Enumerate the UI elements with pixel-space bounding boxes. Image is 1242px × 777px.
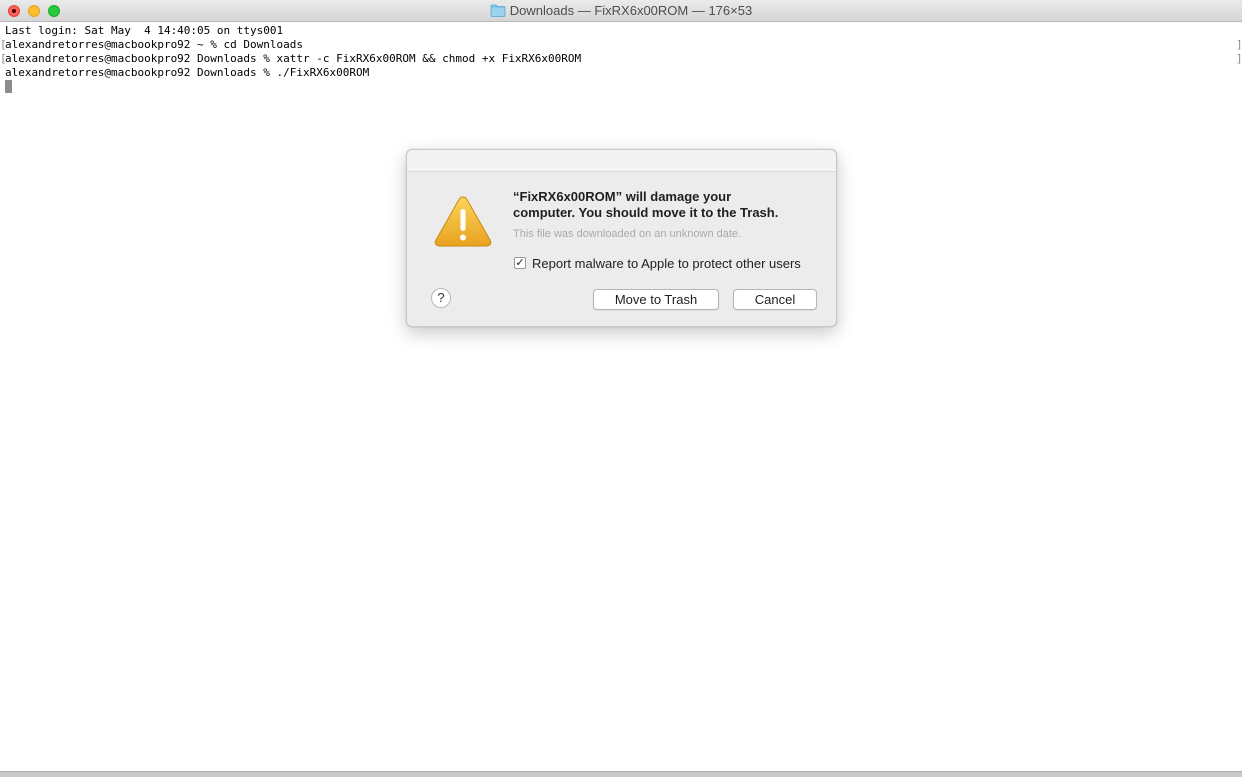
terminal-cursor: [5, 80, 12, 93]
warning-icon: [434, 196, 492, 247]
folder-icon: [490, 4, 506, 17]
line-mark-right: ]: [1236, 38, 1242, 51]
dialog-subtitle: This file was downloaded on an unknown d…: [513, 228, 742, 240]
window-bottom-edge: [0, 771, 1242, 777]
cancel-button[interactable]: Cancel: [733, 289, 817, 310]
report-malware-label[interactable]: Report malware to Apple to protect other…: [532, 256, 801, 272]
terminal-line: alexandretorres@macbookpro92 ~ % cd Down…: [5, 38, 304, 51]
report-malware-checkbox[interactable]: ✓: [514, 257, 526, 269]
malware-alert-dialog: “FixRX6x00ROM” will damage your computer…: [406, 149, 837, 327]
help-button[interactable]: ?: [431, 288, 451, 308]
window-title: Downloads — FixRX6x00ROM — 176×53: [509, 3, 753, 18]
terminal-line: alexandretorres@macbookpro92 Downloads %…: [5, 66, 370, 79]
dialog-title: “FixRX6x00ROM” will damage your computer…: [513, 189, 813, 221]
line-mark-left: [: [0, 52, 7, 65]
dialog-title-line: “FixRX6x00ROM” will damage your: [513, 189, 732, 204]
terminal-output[interactable]: Last login: Sat May 4 14:40:05 on ttys00…: [0, 24, 1242, 769]
move-to-trash-button[interactable]: Move to Trash: [593, 289, 719, 310]
title-bar: Downloads — FixRX6x00ROM — 176×53: [0, 0, 1242, 22]
terminal-window: Downloads — FixRX6x00ROM — 176×53 Last l…: [0, 0, 1242, 777]
terminal-line: Last login: Sat May 4 14:40:05 on ttys00…: [5, 24, 284, 37]
line-mark-right: ]: [1236, 52, 1242, 65]
window-title-area: Downloads — FixRX6x00ROM — 176×53: [0, 0, 1242, 22]
dialog-header-strip: [407, 150, 836, 172]
terminal-line: alexandretorres@macbookpro92 Downloads %…: [5, 52, 582, 65]
dialog-title-line: computer. You should move it to the Tras…: [513, 205, 779, 220]
line-mark-left: [: [0, 38, 7, 51]
